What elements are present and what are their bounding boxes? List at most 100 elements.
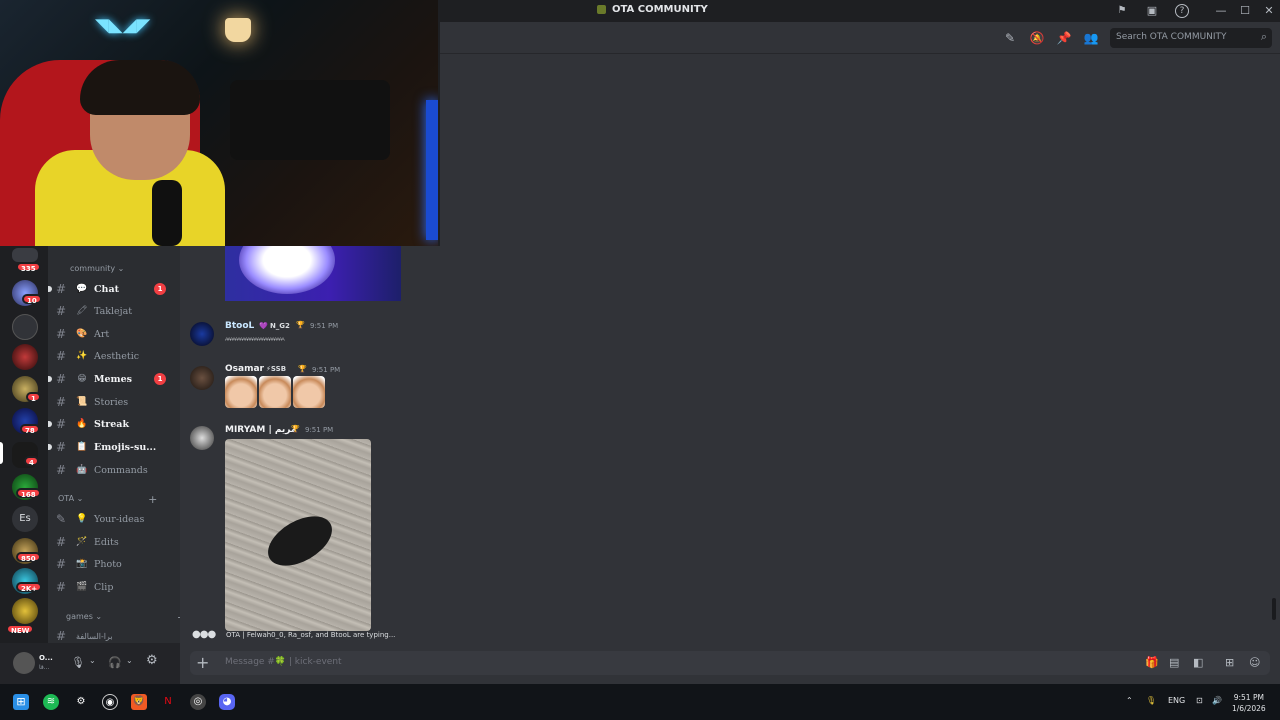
emoji-image[interactable] xyxy=(259,376,291,408)
gift-icon[interactable]: 🎁 xyxy=(1145,656,1159,669)
hash-icon: # xyxy=(56,327,67,341)
message-image-attachment[interactable] xyxy=(225,246,401,301)
channel-streak[interactable]: # 🔥 Streak xyxy=(48,415,174,433)
close-button[interactable]: ✕ xyxy=(1262,4,1276,18)
emoji-image[interactable] xyxy=(225,376,257,408)
hash-icon: # xyxy=(56,440,67,454)
spotify-icon[interactable]: ≋ xyxy=(43,694,59,710)
server-icon-es[interactable]: Es xyxy=(12,506,38,532)
scrollbar[interactable] xyxy=(1272,598,1276,620)
discord-icon[interactable]: ◕ xyxy=(219,694,235,710)
mention-badge: 1 xyxy=(26,392,41,403)
system-clock[interactable]: 9:51 PM 1/6/2026 xyxy=(1232,692,1266,714)
channel-photo[interactable]: # 📸 Photo xyxy=(56,555,174,573)
add-attachment-icon[interactable]: + xyxy=(196,653,209,672)
unread-indicator xyxy=(48,444,52,450)
category-ota[interactable]: OTA ⌄ + xyxy=(58,493,157,506)
search-input[interactable]: Search OTA COMMUNITY ⌕ xyxy=(1110,28,1272,48)
message-input[interactable]: + Message #🍀 | kick-event 🎁 ▤ ◧ ⊞ ☺ xyxy=(190,651,1270,675)
message-image-attachment[interactable] xyxy=(225,439,371,631)
shadow-shape xyxy=(259,506,341,576)
channel-your-ideas[interactable]: ✎ 💡 Your-ideas xyxy=(56,510,174,528)
server-icon xyxy=(597,5,606,14)
hash-icon: # xyxy=(56,282,67,296)
microphone xyxy=(152,180,182,246)
mic-tray-icon[interactable]: 🎙 xyxy=(1146,696,1156,705)
flag-icon[interactable]: ⚑ xyxy=(1115,4,1129,18)
volume-icon[interactable]: 🔊 xyxy=(1212,696,1222,705)
avatar[interactable] xyxy=(190,426,214,450)
message-timestamp: 9:51 PM xyxy=(305,426,334,434)
channel-emojis-suggestions[interactable]: # 📋 Emojis-su... xyxy=(48,438,174,456)
channel-art[interactable]: # 🎨 Art xyxy=(56,325,174,343)
settings-icon[interactable]: ⚙ xyxy=(73,694,89,710)
user-status: قا... xyxy=(39,664,50,671)
channel-stories[interactable]: # 📜 Stories xyxy=(56,393,174,411)
obs-icon[interactable]: ◉ xyxy=(102,694,118,710)
avatar[interactable] xyxy=(190,366,214,390)
app-icon[interactable]: ◎ xyxy=(190,694,206,710)
avatar[interactable] xyxy=(190,322,214,346)
forum-icon: ✎ xyxy=(56,512,67,526)
category-games[interactable]: games ⌄ + xyxy=(66,611,180,624)
channel-aesthetic[interactable]: # ✨ Aesthetic xyxy=(56,347,174,365)
server-icon[interactable] xyxy=(12,248,38,262)
pin-icon[interactable]: 📌 xyxy=(1056,30,1072,46)
inbox-icon[interactable]: ▣ xyxy=(1145,4,1159,18)
add-channel-icon[interactable]: + xyxy=(148,493,157,506)
language-indicator[interactable]: ENG xyxy=(1168,696,1185,705)
maximize-button[interactable]: ☐ xyxy=(1238,4,1252,18)
new-badge: NEW xyxy=(6,624,35,635)
emoji-icon[interactable]: ☺ xyxy=(1249,656,1260,669)
selected-server-indicator xyxy=(0,442,3,464)
headphones-icon[interactable]: 🎧 xyxy=(108,656,122,669)
message-author[interactable]: MIRYAM | مريم xyxy=(225,425,296,435)
category-community[interactable]: community ⌄ + xyxy=(70,264,124,273)
mention-badge: 850 xyxy=(16,552,41,563)
chevron-up-icon[interactable]: ⌃ xyxy=(1126,696,1133,705)
mention-badge: 78 xyxy=(20,424,40,435)
member-list-icon[interactable]: 👥 xyxy=(1083,30,1099,46)
mention-badge: 168 xyxy=(16,488,41,499)
channel-taklejat[interactable]: # 🖍 Taklejat xyxy=(56,302,174,320)
emoji-image[interactable] xyxy=(293,376,325,408)
help-icon[interactable]: ? xyxy=(1175,4,1189,18)
channel-commands[interactable]: # 🤖 Commands xyxy=(56,461,174,479)
message-author[interactable]: Osamar xyxy=(225,364,264,374)
windows-start-icon[interactable]: ⊞ xyxy=(13,694,29,710)
threads-icon[interactable]: ✎ xyxy=(1002,30,1018,46)
sticker-icon[interactable]: ◧ xyxy=(1193,656,1203,669)
chevron-down-icon[interactable]: ⌄ xyxy=(89,656,96,665)
apps-icon[interactable]: ⊞ xyxy=(1225,656,1234,669)
avatar[interactable] xyxy=(13,652,35,674)
channel-offtopic[interactable]: # برا-السالفة xyxy=(56,627,174,643)
hash-icon: # xyxy=(56,580,67,594)
server-icon[interactable] xyxy=(12,314,38,340)
minimize-button[interactable]: — xyxy=(1214,4,1228,18)
channel-chat[interactable]: # 💬 Chat 1 xyxy=(48,280,174,298)
hash-icon: # xyxy=(56,304,67,318)
mute-icon[interactable]: 🔕 xyxy=(1029,30,1045,46)
netflix-icon[interactable]: N xyxy=(160,694,176,710)
user-panel: O... قا... 🎙 ⌄ 🎧 ⌄ ⚙ xyxy=(0,643,180,684)
username: O... xyxy=(39,654,53,662)
server-icon[interactable] xyxy=(12,598,38,624)
unread-indicator xyxy=(48,286,52,292)
channel-edits[interactable]: # 🪄 Edits xyxy=(56,533,174,551)
message-author[interactable]: BtooL xyxy=(225,321,254,331)
server-icon[interactable] xyxy=(12,344,38,370)
unread-badge: 1 xyxy=(154,283,166,295)
streamer-hair xyxy=(80,60,200,115)
settings-gear-icon[interactable]: ⚙ xyxy=(146,653,158,668)
network-icon[interactable]: ⊡ xyxy=(1196,696,1203,705)
neon-sign: ◥◣◢◤ xyxy=(95,15,151,36)
chevron-down-icon[interactable]: ⌄ xyxy=(126,656,133,665)
channel-memes[interactable]: # 😁 Memes 1 xyxy=(48,370,174,388)
gif-icon[interactable]: ▤ xyxy=(1169,656,1179,669)
channel-clip[interactable]: # 🎬 Clip xyxy=(56,578,174,596)
brave-icon[interactable]: 🦁 xyxy=(131,694,147,710)
role-tag: ⚡SSB xyxy=(266,365,287,373)
badge-icon: 🏆 xyxy=(298,365,307,373)
server-list: 335 10 1 78 4 168 Es 850 2K+ NEW xyxy=(0,246,48,684)
microphone-icon[interactable]: 🎙 xyxy=(71,656,85,669)
